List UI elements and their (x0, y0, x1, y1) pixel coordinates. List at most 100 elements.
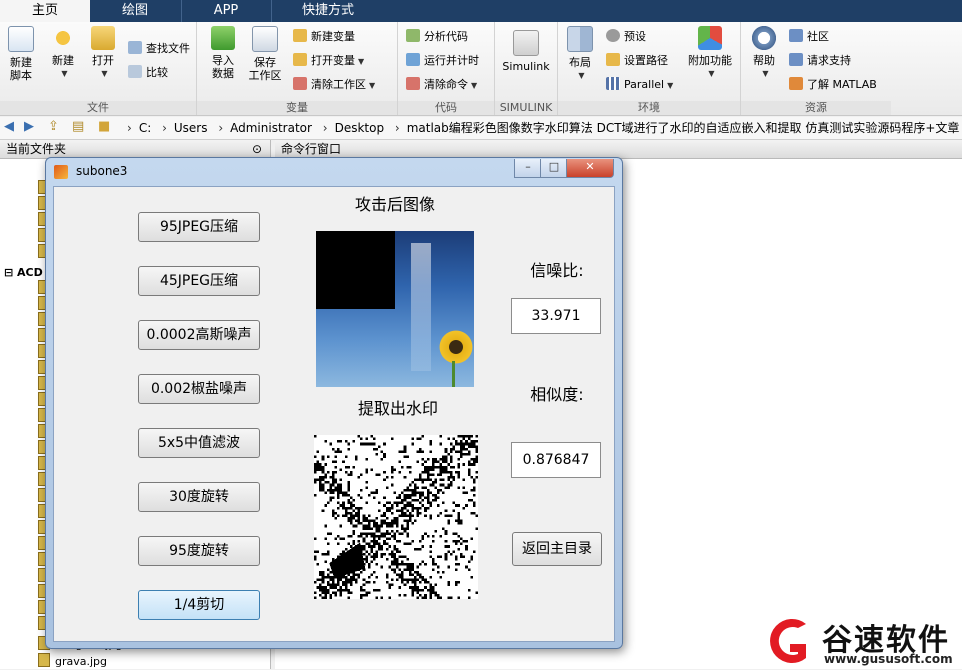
minimize-button[interactable]: – (514, 159, 542, 178)
ribbon-label-code: 代码 (398, 101, 494, 115)
addons-button[interactable]: 附加功能 ▼ (686, 26, 734, 80)
median-filter-button[interactable]: 5x5中值滤波 (138, 428, 260, 458)
clear-commands-icon (406, 77, 420, 90)
open-variable-button[interactable]: 打开变量 ▼ (293, 52, 364, 70)
simulink-icon (513, 30, 539, 56)
gaussian-noise-button[interactable]: 0.0002高斯噪声 (138, 320, 260, 350)
folder-icon (91, 26, 115, 50)
file-item[interactable]: grava.jpg (38, 653, 107, 669)
learn-matlab-button[interactable]: 了解 MATLAB (789, 76, 877, 94)
crumb-users[interactable]: Users (174, 121, 208, 135)
snr-value-field[interactable]: 33.971 (511, 298, 601, 334)
crumb-desktop[interactable]: Desktop (335, 121, 385, 135)
new-button[interactable]: 新建 ▼ (46, 26, 80, 80)
community-icon (789, 29, 803, 42)
find-files-button[interactable]: 查找文件 (128, 40, 190, 58)
gear-icon (606, 29, 620, 42)
ribbon: 新建 脚本 新建 ▼ 打开 ▼ 查找文件 比较 文件 导入 数据 保存 工作区 新建… (0, 22, 962, 116)
return-main-menu-button[interactable]: 返回主目录 (512, 532, 602, 566)
layout-icon (567, 26, 593, 52)
logo-url: www.gususoft.com (824, 652, 953, 666)
learn-matlab-icon (789, 77, 803, 90)
attacked-image-title: 攻击后图像 (354, 195, 435, 214)
gususoft-logo-icon (770, 619, 806, 663)
compare-button[interactable]: 比较 (128, 64, 168, 82)
addons-icon (698, 26, 722, 50)
tab-home[interactable]: 主页 (0, 0, 90, 22)
analyze-code-button[interactable]: 分析代码 (406, 28, 468, 46)
preferences-button[interactable]: 预设 (606, 28, 646, 46)
back-icon[interactable]: ◀ (4, 119, 14, 134)
help-button[interactable]: 帮助 ▼ (747, 26, 781, 80)
tab-plots[interactable]: 绘图 (90, 0, 180, 22)
salt-pepper-button[interactable]: 0.002椒盐噪声 (138, 374, 260, 404)
ribbon-section-variable: 导入 数据 保存 工作区 新建变量 打开变量 ▼ 清除工作区 ▼ 变量 (197, 22, 398, 115)
ribbon-section-resources: 帮助 ▼ 社区 请求支持 了解 MATLAB 资源 (741, 22, 891, 115)
rotate95-button[interactable]: 95度旋转 (138, 536, 260, 566)
new-script-button[interactable]: 新建 脚本 (4, 26, 38, 82)
panel-menu-icon[interactable]: ⊙ (252, 140, 262, 158)
parallel-icon (606, 77, 620, 90)
open-button[interactable]: 打开 ▼ (86, 26, 120, 80)
crumb-administrator[interactable]: Administrator (230, 121, 312, 135)
save-workspace-button[interactable]: 保存 工作区 (245, 26, 285, 82)
ribbon-label-file: 文件 (0, 101, 196, 115)
run-and-time-button[interactable]: 运行并计时 (406, 52, 479, 70)
support-icon (789, 53, 803, 66)
gususoft-logo: 谷速软件 www.gususoft.com (762, 612, 962, 669)
address-bar: ◀ ▶ ⇪ ▤ ■ › C: › Users › Administrator › Des… (0, 117, 962, 140)
simulink-button[interactable]: Simulink (501, 30, 551, 73)
import-data-button[interactable]: 导入 数据 (203, 26, 243, 80)
maximize-button[interactable]: □ (540, 159, 568, 178)
open-variable-icon (293, 53, 307, 66)
extracted-watermark-image (314, 435, 478, 599)
breadcrumb[interactable]: › C: › Users › Administrator › Desktop › matl… (120, 117, 962, 139)
jpeg95-button[interactable]: 95JPEG压缩 (138, 212, 260, 242)
set-path-icon (606, 53, 620, 66)
compare-icon (128, 65, 142, 78)
ribbon-label-simulink: SIMULINK (495, 101, 557, 115)
clear-commands-button[interactable]: 清除命令 ▼ (406, 76, 477, 94)
figure-title: subone3 (76, 164, 128, 178)
close-button[interactable]: ✕ (566, 159, 614, 178)
tab-shortcuts[interactable]: 快捷方式 (272, 0, 384, 22)
parallel-button[interactable]: Parallel ▼ (606, 76, 673, 94)
ribbon-section-environment: 布局 ▼ 预设 设置路径 Parallel ▼ 附加功能 ▼ 环境 (558, 22, 741, 115)
run-time-icon (406, 53, 420, 66)
set-path-button[interactable]: 设置路径 (606, 52, 668, 70)
layout-button[interactable]: 布局 ▼ (564, 26, 596, 82)
community-button[interactable]: 社区 (789, 28, 829, 46)
clear-workspace-icon (293, 77, 307, 90)
tab-apps[interactable]: APP (182, 0, 270, 22)
toolstrip-tabs: 主页 绘图 APP 快捷方式 (0, 0, 962, 22)
new-variable-icon (293, 29, 307, 42)
jpeg45-button[interactable]: 45JPEG压缩 (138, 266, 260, 296)
up-folder-icon[interactable]: ⇪ (48, 119, 59, 134)
browse-folder-icon[interactable]: ▤ (72, 119, 84, 134)
attacked-image (316, 231, 474, 387)
save-workspace-icon (252, 26, 278, 52)
ribbon-section-simulink: Simulink SIMULINK (495, 22, 558, 115)
analyze-code-icon (406, 29, 420, 42)
clear-workspace-button[interactable]: 清除工作区 ▼ (293, 76, 375, 94)
request-support-button[interactable]: 请求支持 (789, 52, 851, 70)
crop-quarter-button[interactable]: 1/4剪切 (138, 590, 260, 620)
ribbon-label-resources: 资源 (741, 101, 891, 115)
tree-root[interactable]: ⊟ ACD (4, 266, 43, 279)
crumb-drive[interactable]: C: (139, 121, 151, 135)
new-variable-button[interactable]: 新建变量 (293, 28, 355, 46)
ribbon-label-variable: 变量 (197, 101, 397, 115)
snr-label: 信噪比: (530, 261, 584, 280)
import-icon (211, 26, 235, 50)
crumb-project-folder[interactable]: matlab编程彩色图像数字水印算法 DCT域进行了水印的自适应嵌入和提取 仿真… (407, 121, 960, 135)
new-script-icon (8, 26, 34, 52)
extracted-watermark-title: 提取出水印 (357, 399, 438, 418)
similarity-label: 相似度: (530, 385, 584, 404)
folder-icon: ■ (98, 119, 111, 134)
rotate30-button[interactable]: 30度旋转 (138, 482, 260, 512)
forward-icon[interactable]: ▶ (24, 119, 34, 134)
jpg-file-icon (38, 653, 50, 667)
find-files-icon (128, 41, 142, 54)
similarity-value-field[interactable]: 0.876847 (511, 442, 601, 478)
new-plus-icon (51, 26, 75, 50)
